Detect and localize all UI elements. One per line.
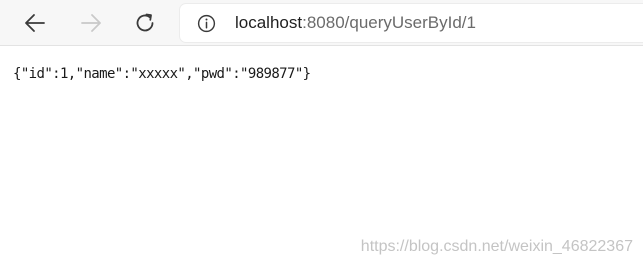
watermark-text: https://blog.csdn.net/weixin_46822367 [360, 238, 633, 255]
url-text[interactable]: localhost:8080/queryUserById/1 [235, 13, 476, 33]
json-response-text: {"id":1,"name":"xxxxx","pwd":"989877"} [13, 66, 311, 82]
arrow-right-icon [81, 14, 101, 32]
arrow-left-icon [25, 14, 45, 32]
browser-toolbar: localhost:8080/queryUserById/1 [0, 0, 643, 46]
url-path: :8080/queryUserById/1 [302, 13, 476, 32]
reload-button[interactable] [128, 6, 162, 40]
url-host: localhost [235, 13, 303, 32]
back-button[interactable] [18, 6, 52, 40]
info-circle-icon[interactable] [197, 14, 216, 33]
reload-icon [136, 13, 154, 32]
forward-button[interactable] [74, 6, 108, 40]
address-bar[interactable]: localhost:8080/queryUserById/1 [180, 4, 643, 42]
